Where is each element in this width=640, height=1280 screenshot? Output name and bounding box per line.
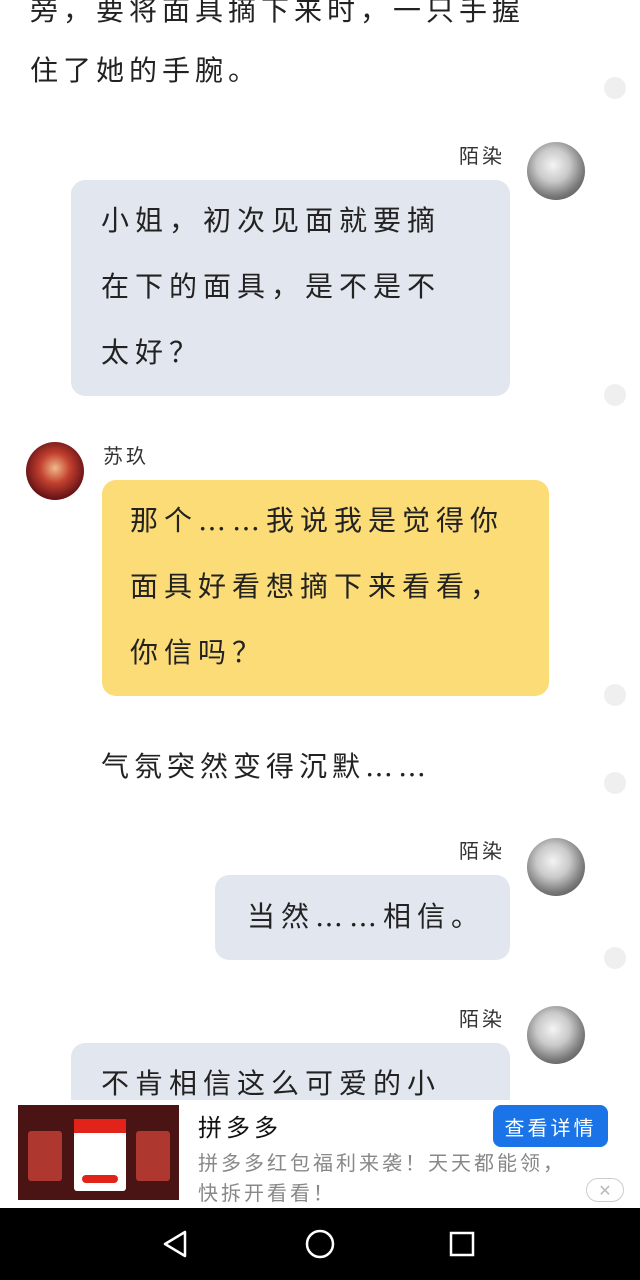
- comment-dot[interactable]: [604, 384, 626, 406]
- narration-line: 气氛突然变得沉默……: [101, 750, 432, 783]
- avatar[interactable]: [26, 442, 84, 500]
- comment-dot[interactable]: [604, 772, 626, 794]
- bubble-line: 当然……相信。: [247, 900, 486, 933]
- comment-dot[interactable]: [604, 947, 626, 969]
- sender-name: 陌染: [459, 144, 505, 168]
- bubble-line: 太好？: [101, 336, 204, 369]
- bubble-line: 在下的面具，是不是不: [101, 270, 442, 303]
- bubble-line: 小姐，初次见面就要摘: [101, 204, 442, 237]
- sender-name: 苏玖: [103, 444, 149, 468]
- ad-close-icon[interactable]: ✕: [586, 1178, 624, 1202]
- sender-name: 陌染: [459, 839, 505, 863]
- avatar[interactable]: [527, 838, 585, 896]
- narration-line: 旁，要将面具摘下来时，一只手握: [30, 0, 526, 27]
- bubble-line: 那个……我说我是觉得你: [130, 504, 505, 537]
- bubble-line: 你信吗？: [130, 636, 267, 669]
- ad-banner[interactable]: 拼多多 拼多多红包福利来袭！天天都能领，快拆开看看！ 查看详情 ✕: [0, 1100, 640, 1208]
- ad-title[interactable]: 拼多多: [198, 1108, 282, 1143]
- ad-description[interactable]: 拼多多红包福利来袭！天天都能领，快拆开看看！: [198, 1148, 578, 1208]
- avatar[interactable]: [527, 1006, 585, 1064]
- narration-line: 住了她的手腕。: [30, 54, 262, 87]
- chat-bubble: 那个……我说我是觉得你 面具好看想摘下来看看， 你信吗？: [102, 480, 549, 696]
- comment-dot[interactable]: [604, 77, 626, 99]
- sender-name: 陌染: [459, 1007, 505, 1031]
- chat-bubble: 当然……相信。: [215, 875, 510, 960]
- recents-square-icon[interactable]: [442, 1224, 482, 1264]
- back-triangle-icon[interactable]: [156, 1224, 196, 1264]
- chat-bubble: 小姐，初次见面就要摘 在下的面具，是不是不 太好？: [71, 180, 510, 396]
- home-circle-icon[interactable]: [300, 1224, 340, 1264]
- comment-dot[interactable]: [604, 684, 626, 706]
- ad-view-details-button[interactable]: 查看详情: [493, 1105, 608, 1147]
- avatar[interactable]: [527, 142, 585, 200]
- navigation-bar: [0, 1208, 640, 1280]
- bubble-line: 面具好看想摘下来看看，: [130, 570, 505, 603]
- ad-image[interactable]: [18, 1105, 179, 1200]
